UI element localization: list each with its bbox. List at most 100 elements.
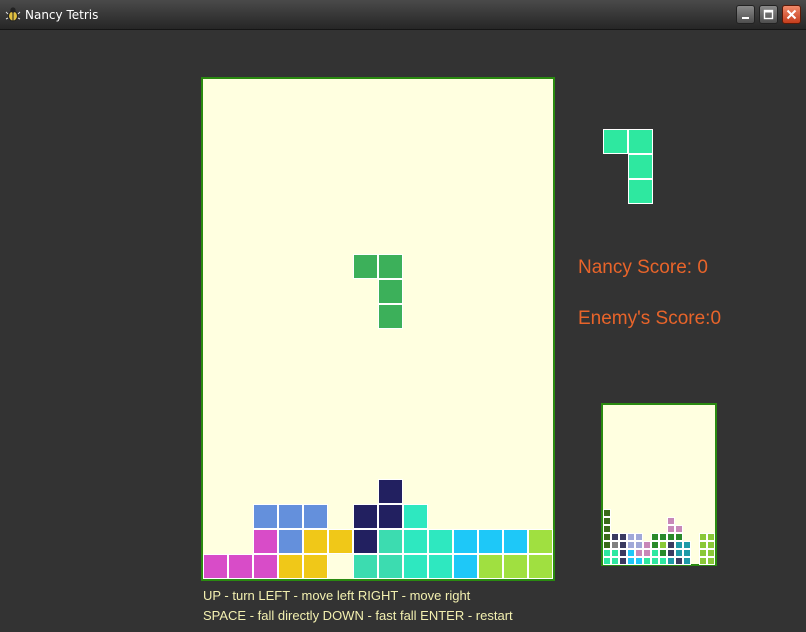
enemy-block: [651, 557, 659, 565]
enemy-block: [635, 549, 643, 557]
enemy-block: [619, 541, 627, 549]
enemy-block: [675, 533, 683, 541]
enemy-board: [601, 403, 717, 566]
enemy-block: [707, 541, 715, 549]
nancy-score: Nancy Score: 0: [578, 257, 708, 278]
settled-block: [453, 529, 478, 554]
enemy-block: [683, 557, 691, 565]
next-piece-block: [628, 179, 653, 204]
enemy-block: [611, 533, 619, 541]
maximize-button[interactable]: [759, 5, 778, 24]
enemy-block: [619, 557, 627, 565]
enemy-block: [675, 549, 683, 557]
settled-block: [403, 554, 428, 579]
title-bar[interactable]: Nancy Tetris: [0, 0, 806, 30]
enemy-block: [603, 509, 611, 517]
settled-block: [303, 554, 328, 579]
settled-block: [353, 504, 378, 529]
enemy-block: [707, 549, 715, 557]
enemy-block: [667, 541, 675, 549]
enemy-block: [635, 557, 643, 565]
close-button[interactable]: [782, 5, 801, 24]
next-piece-block: [628, 154, 653, 179]
enemy-block: [611, 549, 619, 557]
enemy-block: [635, 533, 643, 541]
falling-piece-block: [378, 304, 403, 329]
settled-block: [428, 554, 453, 579]
enemy-block: [699, 557, 707, 565]
falling-piece-block: [378, 279, 403, 304]
enemy-block: [699, 549, 707, 557]
enemy-block: [699, 533, 707, 541]
settled-block: [328, 529, 353, 554]
falling-piece-block: [353, 254, 378, 279]
enemy-block: [603, 541, 611, 549]
enemy-block: [643, 541, 651, 549]
settled-block: [528, 554, 553, 579]
enemy-block: [683, 549, 691, 557]
settled-block: [278, 529, 303, 554]
enemy-block: [627, 541, 635, 549]
enemy-score: Enemy's Score:0: [578, 308, 722, 329]
enemy-block: [699, 541, 707, 549]
minimize-button[interactable]: [736, 5, 755, 24]
enemy-block: [603, 525, 611, 533]
settled-block: [378, 554, 403, 579]
enemy-block: [675, 541, 683, 549]
settled-block: [528, 529, 553, 554]
enemy-block: [675, 525, 683, 533]
settled-block: [253, 529, 278, 554]
enemy-block: [659, 557, 667, 565]
falling-piece-block: [378, 254, 403, 279]
maximize-icon: [763, 9, 774, 20]
enemy-block: [611, 557, 619, 565]
settled-block: [478, 529, 503, 554]
enemy-block: [603, 557, 611, 565]
enemy-block: [643, 557, 651, 565]
settled-block: [403, 529, 428, 554]
settled-block: [428, 529, 453, 554]
enemy-block: [611, 541, 619, 549]
enemy-block: [651, 541, 659, 549]
settled-block: [353, 554, 378, 579]
enemy-block: [659, 533, 667, 541]
next-piece-block: [603, 129, 628, 154]
settled-block: [503, 554, 528, 579]
controls-help-line-2: SPACE - fall directly DOWN - fast fall E…: [203, 608, 513, 623]
settled-block: [378, 504, 403, 529]
settled-block: [403, 504, 428, 529]
settled-block: [253, 504, 278, 529]
enemy-block: [603, 517, 611, 525]
enemy-block: [667, 533, 675, 541]
settled-block: [278, 504, 303, 529]
enemy-block: [707, 557, 715, 565]
settled-block: [278, 554, 303, 579]
bug-icon: [5, 6, 21, 22]
settled-block: [303, 504, 328, 529]
settled-block: [453, 554, 478, 579]
enemy-block: [627, 557, 635, 565]
controls-help-line-1: UP - turn LEFT - move left RIGHT - move …: [203, 588, 471, 603]
settled-block: [303, 529, 328, 554]
next-piece-preview: [603, 129, 653, 204]
enemy-block: [667, 517, 675, 525]
settled-block: [378, 479, 403, 504]
minimize-icon: [742, 17, 749, 19]
enemy-block: [627, 549, 635, 557]
enemy-block: [675, 557, 683, 565]
settled-block: [353, 529, 378, 554]
enemy-block: [619, 533, 627, 541]
enemy-block: [667, 557, 675, 565]
settled-block: [378, 529, 403, 554]
settled-block: [228, 554, 253, 579]
settled-block: [478, 554, 503, 579]
enemy-block: [659, 549, 667, 557]
settled-block: [203, 554, 228, 579]
settled-block: [503, 529, 528, 554]
enemy-block: [643, 549, 651, 557]
game-board[interactable]: [201, 77, 555, 581]
enemy-block: [707, 533, 715, 541]
enemy-block: [659, 541, 667, 549]
enemy-block: [651, 549, 659, 557]
enemy-block: [619, 549, 627, 557]
